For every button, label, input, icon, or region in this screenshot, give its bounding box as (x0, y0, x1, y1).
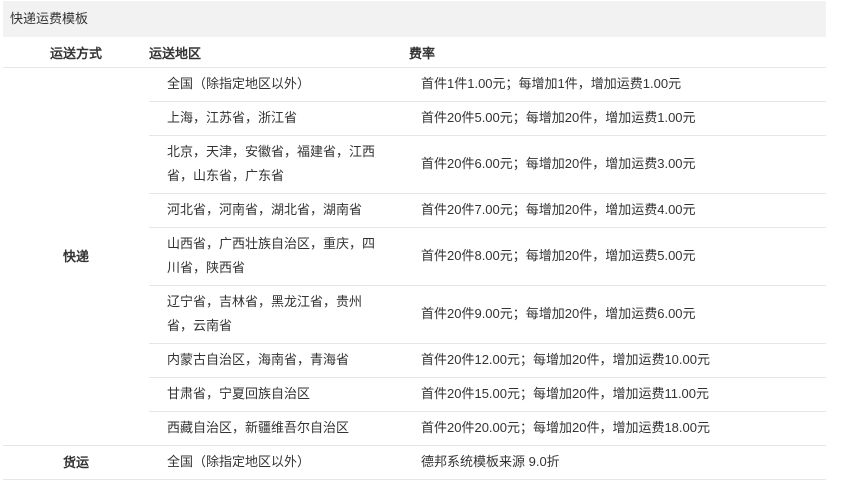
rate-cell: 首件1件1.00元；每增加1件，增加运费1.00元 (409, 67, 826, 102)
region-text: 全国（除指定地区以外） (167, 76, 311, 91)
region-cell: 甘肃省，宁夏回族自治区 (149, 377, 409, 412)
region-cell: 全国（除指定地区以外） (149, 445, 409, 480)
region-cell: 上海，江苏省，浙江省 (149, 101, 409, 136)
region-cell: 辽宁省，吉林省，黑龙江省，贵州省，云南省 (149, 285, 409, 344)
header-rate: 费率 (409, 37, 826, 68)
region-text: 北京，天津，安徽省，福建省，江西省，山东省，广东省 (167, 144, 376, 183)
region-text: 西藏自治区，新疆维吾尔自治区 (167, 420, 350, 435)
rate-cell: 首件20件9.00元；每增加20件，增加运费6.00元 (409, 285, 826, 344)
region-text: 辽宁省，吉林省，黑龙江省，贵州省，云南省 (167, 294, 363, 333)
method-cell-freight: 货运 (3, 445, 149, 480)
template-title: 快递运费模板 (3, 1, 826, 37)
table-header-row: 运送方式 运送地区 费率 (3, 37, 826, 68)
shipping-rate-table: 运送方式 运送地区 费率 快递 全国（除指定地区以外） 首件1件1.00元；每增… (3, 37, 826, 480)
rate-cell: 德邦系统模板来源 9.0折 (409, 445, 826, 480)
region-text: 河北省，河南省，湖北省，湖南省 (167, 202, 363, 217)
rate-cell: 首件20件15.00元；每增加20件，增加运费11.00元 (409, 377, 826, 412)
region-text: 山西省，广西壮族自治区，重庆，四川省，陕西省 (167, 236, 376, 275)
rate-cell: 首件20件5.00元；每增加20件，增加运费1.00元 (409, 101, 826, 136)
region-cell: 北京，天津，安徽省，福建省，江西省，山东省，广东省 (149, 135, 409, 194)
region-text: 内蒙古自治区，海南省，青海省 (167, 352, 350, 367)
region-cell: 内蒙古自治区，海南省，青海省 (149, 343, 409, 378)
rate-cell: 首件20件12.00元；每增加20件，增加运费10.00元 (409, 343, 826, 378)
header-region: 运送地区 (149, 37, 409, 68)
table-row: 快递 全国（除指定地区以外） 首件1件1.00元；每增加1件，增加运费1.00元 (3, 67, 826, 446)
rate-cell: 首件20件8.00元；每增加20件，增加运费5.00元 (409, 227, 826, 286)
rate-cell: 首件20件6.00元；每增加20件，增加运费3.00元 (409, 135, 826, 194)
region-text: 全国（除指定地区以外） (167, 454, 311, 469)
method-cell-express: 快递 (3, 67, 149, 446)
region-cell: 西藏自治区，新疆维吾尔自治区 (149, 411, 409, 446)
rate-cell: 首件20件20.00元；每增加20件，增加运费18.00元 (409, 411, 826, 446)
region-cell: 全国（除指定地区以外） (149, 67, 409, 102)
region-text: 甘肃省，宁夏回族自治区 (167, 386, 311, 401)
region-cell: 山西省，广西壮族自治区，重庆，四川省，陕西省 (149, 227, 409, 286)
header-method: 运送方式 (3, 37, 149, 68)
shipping-template-panel: 快递运费模板 运送方式 运送地区 费率 快递 全国（除指定地区以外） 首件1件1… (3, 1, 826, 480)
region-cell: 河北省，河南省，湖北省，湖南省 (149, 193, 409, 228)
rate-cell: 首件20件7.00元；每增加20件，增加运费4.00元 (409, 193, 826, 228)
region-text: 上海，江苏省，浙江省 (167, 110, 298, 125)
table-row: 货运 全国（除指定地区以外） 德邦系统模板来源 9.0折 (3, 445, 826, 480)
